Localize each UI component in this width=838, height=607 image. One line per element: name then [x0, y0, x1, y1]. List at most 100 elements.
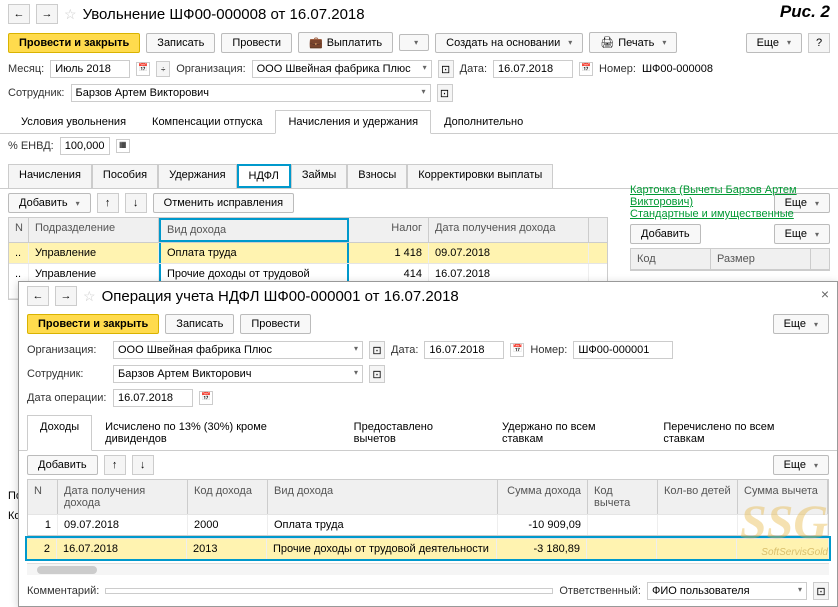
footer-row: Комментарий: Ответственный: ФИО пользова… — [19, 579, 837, 606]
up-icon[interactable]: ↑ — [97, 193, 119, 213]
employee-open-icon[interactable]: ⊡ — [437, 84, 453, 102]
subtab-loans[interactable]: Займы — [291, 164, 347, 188]
star-icon[interactable]: ☆ — [83, 288, 96, 305]
table-header: N Дата получения дохода Код дохода Вид д… — [28, 480, 828, 514]
th-type[interactable]: Вид дохода — [159, 218, 349, 242]
month-label: Месяц: — [8, 63, 44, 75]
org-input[interactable]: ООО Швейная фабрика Плюс — [113, 341, 363, 359]
subtab-ndfl[interactable]: НДФЛ — [237, 164, 291, 188]
th-code[interactable]: Код — [631, 249, 711, 269]
date-input[interactable]: 16.07.2018 — [424, 341, 504, 359]
calendar-icon[interactable]: 📅 — [136, 62, 150, 76]
tab-conditions[interactable]: Условия увольнения — [8, 110, 139, 134]
th-dsum[interactable]: Сумма вычета — [738, 480, 828, 514]
th-kids[interactable]: Кол-во детей — [658, 480, 738, 514]
tab-transferred[interactable]: Перечислено по всем ставкам — [650, 415, 829, 451]
print-button[interactable]: 🖨Печать — [589, 32, 677, 53]
calendar-icon[interactable]: 📅 — [510, 343, 524, 357]
star-icon[interactable]: ☆ — [64, 6, 77, 23]
nav-forward[interactable]: → — [36, 4, 58, 24]
tab-compensation[interactable]: Компенсации отпуска — [139, 110, 275, 134]
cancel-fix-button[interactable]: Отменить исправления — [153, 193, 294, 213]
th-n[interactable]: N — [28, 480, 58, 514]
create-based-button[interactable]: Создать на основании — [435, 33, 583, 53]
post-button[interactable]: Провести — [221, 33, 292, 53]
subtab-benefits[interactable]: Пособия — [92, 164, 158, 188]
more-button[interactable]: Еще — [773, 314, 829, 334]
th-dcode[interactable]: Код вычета — [588, 480, 658, 514]
std-link[interactable]: Стандартные и имущественные — [630, 208, 830, 220]
add-button[interactable]: Добавить — [27, 455, 98, 475]
month-input[interactable]: Июль 2018 — [50, 60, 130, 78]
close-icon[interactable]: × — [821, 286, 829, 302]
tab-deductions[interactable]: Предоставлено вычетов — [341, 415, 489, 451]
th-amount[interactable]: Сумма дохода — [498, 480, 588, 514]
post-close-button[interactable]: Провести и закрыть — [27, 314, 159, 334]
table-row[interactable]: 2 16.07.2018 2013 Прочие доходы от трудо… — [27, 538, 829, 559]
help-button[interactable]: ? — [808, 33, 830, 53]
tab-income[interactable]: Доходы — [27, 415, 92, 451]
more-button[interactable]: Еще — [746, 33, 802, 53]
employee-label: Сотрудник: — [27, 368, 107, 380]
post-button[interactable]: Провести — [240, 314, 311, 334]
org-input[interactable]: ООО Швейная фабрика Плюс — [252, 60, 432, 78]
form-row-2: Сотрудник: Барзов Артем Викторович ⊡ — [0, 81, 838, 105]
calendar-icon[interactable]: 📅 — [579, 62, 593, 76]
tab-withheld[interactable]: Удержано по всем ставкам — [489, 415, 650, 451]
org-open-icon[interactable]: ⊡ — [369, 341, 385, 359]
th-date[interactable]: Дата получения дохода — [58, 480, 188, 514]
post-close-button[interactable]: Провести и закрыть — [8, 33, 140, 53]
employee-input[interactable]: Барзов Артем Викторович — [113, 365, 363, 383]
more-button[interactable]: Еще — [773, 455, 829, 475]
number-input[interactable]: ШФ00-000001 — [573, 341, 673, 359]
op-date-label: Дата операции: — [27, 392, 107, 404]
table-row[interactable]: .. Управление Оплата труда 1 418 09.07.2… — [9, 243, 607, 264]
save-button[interactable]: Записать — [146, 33, 215, 53]
down-icon[interactable]: ↓ — [125, 193, 147, 213]
down-icon[interactable]: ↓ — [132, 455, 154, 475]
comment-input[interactable] — [105, 588, 553, 594]
card-link[interactable]: Карточка (Вычеты Барзов Артем Викторович… — [630, 184, 830, 208]
tab-accruals[interactable]: Начисления и удержания — [275, 110, 431, 134]
envd-input[interactable]: 100,000 — [60, 137, 110, 155]
subtab-deductions[interactable]: Удержания — [158, 164, 236, 188]
th-tax[interactable]: Налог — [349, 218, 429, 242]
pay-dropdown[interactable] — [399, 34, 429, 51]
more-button[interactable]: Еще — [774, 224, 830, 244]
employee-input[interactable]: Барзов Артем Викторович — [71, 84, 431, 102]
form-row-1: Месяц: Июль 2018 📅 ÷ Организация: ООО Шв… — [0, 57, 838, 81]
resp-input[interactable]: ФИО пользователя — [647, 582, 807, 600]
th-date[interactable]: Дата получения дохода — [429, 218, 589, 242]
table-row[interactable]: 1 09.07.2018 2000 Оплата труда -10 909,0… — [28, 514, 828, 535]
nav-back[interactable]: ← — [8, 4, 30, 24]
add-deduction-button[interactable]: Добавить — [630, 224, 701, 244]
subtab-adjust[interactable]: Корректировки выплаты — [407, 164, 553, 188]
calc-icon[interactable]: ▦ — [116, 139, 130, 153]
calendar-icon[interactable]: 📅 — [199, 391, 213, 405]
nav-forward[interactable]: → — [55, 286, 77, 306]
month-spinner[interactable]: ÷ — [156, 61, 170, 77]
h-scrollbar[interactable] — [27, 563, 829, 575]
nav-back[interactable]: ← — [27, 286, 49, 306]
add-button[interactable]: Добавить — [8, 193, 91, 213]
th-code[interactable]: Код дохода — [188, 480, 268, 514]
form-row-2: Сотрудник: Барзов Артем Викторович ⊡ — [19, 362, 837, 386]
pay-button[interactable]: 💼Выплатить — [298, 32, 393, 53]
save-button[interactable]: Записать — [165, 314, 234, 334]
date-input[interactable]: 16.07.2018 — [493, 60, 573, 78]
tab-extra[interactable]: Дополнительно — [431, 110, 536, 134]
op-date-input[interactable]: 16.07.2018 — [113, 389, 193, 407]
org-open-icon[interactable]: ⊡ — [438, 60, 454, 78]
th-n[interactable]: N — [9, 218, 29, 242]
resp-open-icon[interactable]: ⊡ — [813, 582, 829, 600]
th-dept[interactable]: Подразделение — [29, 218, 159, 242]
th-size[interactable]: Размер — [711, 249, 811, 269]
subtab-accruals[interactable]: Начисления — [8, 164, 92, 188]
subtab-contrib[interactable]: Взносы — [347, 164, 407, 188]
th-type[interactable]: Вид дохода — [268, 480, 498, 514]
employee-open-icon[interactable]: ⊡ — [369, 365, 385, 383]
tab-calc13[interactable]: Исчислено по 13% (30%) кроме дивидендов — [92, 415, 341, 451]
up-icon[interactable]: ↑ — [104, 455, 126, 475]
printer-icon: 🖨 — [600, 36, 614, 49]
window-title: Увольнение ШФ00-000008 от 16.07.2018 — [83, 6, 365, 23]
